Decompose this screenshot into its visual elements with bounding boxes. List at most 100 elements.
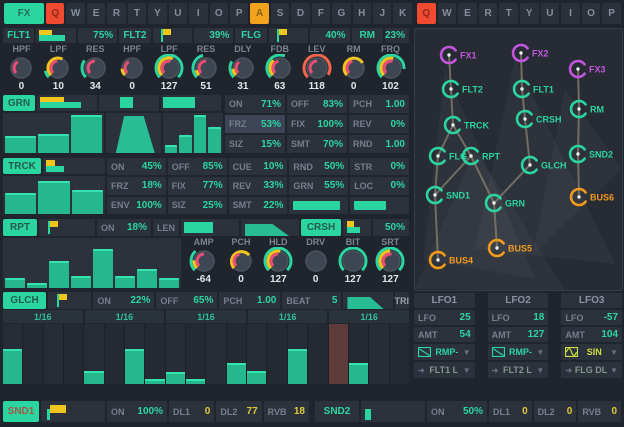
param-cell-off[interactable]: OFF85% (168, 158, 227, 175)
tab-fx[interactable]: FX (4, 3, 44, 24)
grn-button[interactable]: GRN (3, 95, 35, 111)
glch-on-cell[interactable]: ON22% (93, 292, 154, 309)
value-bar[interactable] (71, 276, 91, 289)
tab-i[interactable]: I (189, 3, 207, 24)
param-cell-rnd[interactable]: RND50% (289, 158, 348, 175)
param-cell-grn[interactable]: GRN55% (289, 177, 348, 194)
knob-lpf[interactable]: LPF127 (151, 45, 188, 92)
lfo-target-select[interactable]: ➜FLT2 L▼ (488, 362, 549, 378)
step-rate-label[interactable]: 1/16 (248, 310, 328, 323)
param-cell-siz[interactable]: SIZ15% (225, 135, 285, 153)
value-bar[interactable] (159, 278, 179, 288)
tab-h[interactable]: H (353, 3, 371, 24)
value-bar[interactable] (5, 193, 36, 214)
tab-t[interactable]: T (499, 3, 518, 24)
step-column[interactable] (247, 324, 266, 384)
knob-res[interactable]: RES34 (77, 45, 114, 92)
level-bar-cell[interactable] (289, 197, 348, 214)
value-bar[interactable] (5, 136, 36, 153)
grn-envelope[interactable] (106, 113, 160, 153)
tab-u[interactable]: U (541, 3, 560, 24)
value-bar[interactable] (208, 127, 221, 153)
grn-pos-display[interactable] (99, 95, 159, 111)
tab-g[interactable]: G (332, 3, 350, 24)
glch-pch-cell[interactable]: PCH1.00 (219, 292, 280, 309)
lfo-rate-cell[interactable]: LFO-57 (561, 310, 622, 325)
step-column[interactable] (44, 324, 63, 384)
snd1-on-cell[interactable]: ON100% (107, 401, 167, 422)
snd1-dl2-cell[interactable]: DL277 (216, 401, 261, 422)
snd1-dl1-cell[interactable]: DL10 (169, 401, 214, 422)
tab-y[interactable]: Y (520, 3, 539, 24)
step-column[interactable] (3, 324, 22, 384)
step-column[interactable] (308, 324, 327, 384)
glch-flag-display[interactable] (48, 292, 91, 309)
step-rate-label[interactable]: 1/16 (85, 310, 165, 323)
knob-drv[interactable]: DRV0 (297, 238, 334, 288)
tab-j[interactable]: J (373, 3, 391, 24)
snd2-dl2-cell[interactable]: DL20 (534, 401, 577, 422)
tab-y[interactable]: Y (148, 3, 166, 24)
param-cell-rev[interactable]: REV33% (229, 177, 288, 194)
knob-fdb[interactable]: FDB63 (261, 45, 298, 92)
value-bar[interactable] (179, 135, 192, 153)
tab-k[interactable]: K (393, 3, 411, 24)
lfo-amt-cell[interactable]: AMT54 (414, 327, 475, 342)
tab-e[interactable]: E (87, 3, 105, 24)
grn-range-display[interactable] (161, 95, 221, 111)
knob-lpf[interactable]: LPF10 (40, 45, 77, 92)
param-cell-loc[interactable]: LOC0% (350, 177, 409, 194)
param-cell-fix[interactable]: FIX100% (287, 115, 347, 133)
lfo-wave-select[interactable]: RMP-▼ (488, 344, 549, 360)
tab-d[interactable]: D (291, 3, 309, 24)
tab-a[interactable]: A (250, 3, 268, 24)
lfo-rate-cell[interactable]: LFO18 (488, 310, 549, 325)
trck-mini-display[interactable] (43, 158, 105, 174)
param-cell-on[interactable]: ON45% (107, 158, 166, 175)
snd2-mini-display[interactable] (361, 401, 425, 422)
value-bar[interactable] (194, 115, 207, 153)
value-bar[interactable] (71, 115, 102, 153)
fx-name-rm[interactable]: RM (352, 28, 383, 43)
snd1-flag-display[interactable] (41, 401, 105, 422)
glch-tri-cell[interactable]: TRI (395, 292, 410, 309)
lfo-target-select[interactable]: ➜FLG DL▼ (561, 362, 622, 378)
param-cell-siz[interactable]: SIZ25% (168, 197, 227, 214)
value-bar[interactable] (137, 269, 157, 288)
knob-amp[interactable]: AMP-64 (185, 238, 222, 288)
level-bar-cell[interactable] (350, 197, 409, 214)
knob-hld[interactable]: HLD127 (260, 238, 297, 288)
trck-button[interactable]: TRCK (3, 158, 41, 174)
step-column[interactable] (267, 324, 286, 384)
tab-p[interactable]: P (602, 3, 621, 24)
tab-f[interactable]: F (312, 3, 330, 24)
value-bar[interactable] (49, 261, 69, 289)
node-fx2[interactable]: FX2 (513, 45, 548, 61)
fx-name-flt1[interactable]: FLT1 (3, 28, 34, 43)
step-column[interactable] (349, 324, 368, 384)
param-cell-frz[interactable]: FRZ18% (107, 177, 166, 194)
rpt-on-cell[interactable]: ON 18% (97, 219, 151, 236)
rpt-flag-display[interactable] (39, 219, 95, 236)
knob-lev[interactable]: LEV118 (298, 45, 335, 92)
step-column[interactable] (23, 324, 42, 384)
value-bar[interactable] (72, 190, 103, 214)
step-rate-label[interactable]: 1/16 (3, 310, 83, 323)
step-column[interactable] (369, 324, 388, 384)
snd2-on-cell[interactable]: ON50% (427, 401, 487, 422)
node-fx1[interactable]: FX1 (441, 47, 476, 63)
fx-mini-display-flg[interactable] (269, 28, 308, 43)
step-rate-label[interactable]: 1/16 (166, 310, 246, 323)
knob-pch[interactable]: PCH0 (222, 238, 259, 288)
fx-mini-display-flt1[interactable] (36, 28, 75, 43)
step-column[interactable] (288, 324, 307, 384)
crsh-button[interactable]: CRSH (301, 219, 341, 236)
tab-i[interactable]: I (561, 3, 580, 24)
lfo-wave-select[interactable]: RMP-▼ (414, 344, 475, 360)
step-column[interactable] (125, 324, 144, 384)
fx-pct-flg[interactable]: 40% (310, 28, 349, 43)
value-bar[interactable] (27, 283, 47, 288)
snd2-button[interactable]: SND2 (315, 401, 359, 422)
value-bar[interactable] (165, 145, 178, 153)
step-column[interactable] (206, 324, 225, 384)
